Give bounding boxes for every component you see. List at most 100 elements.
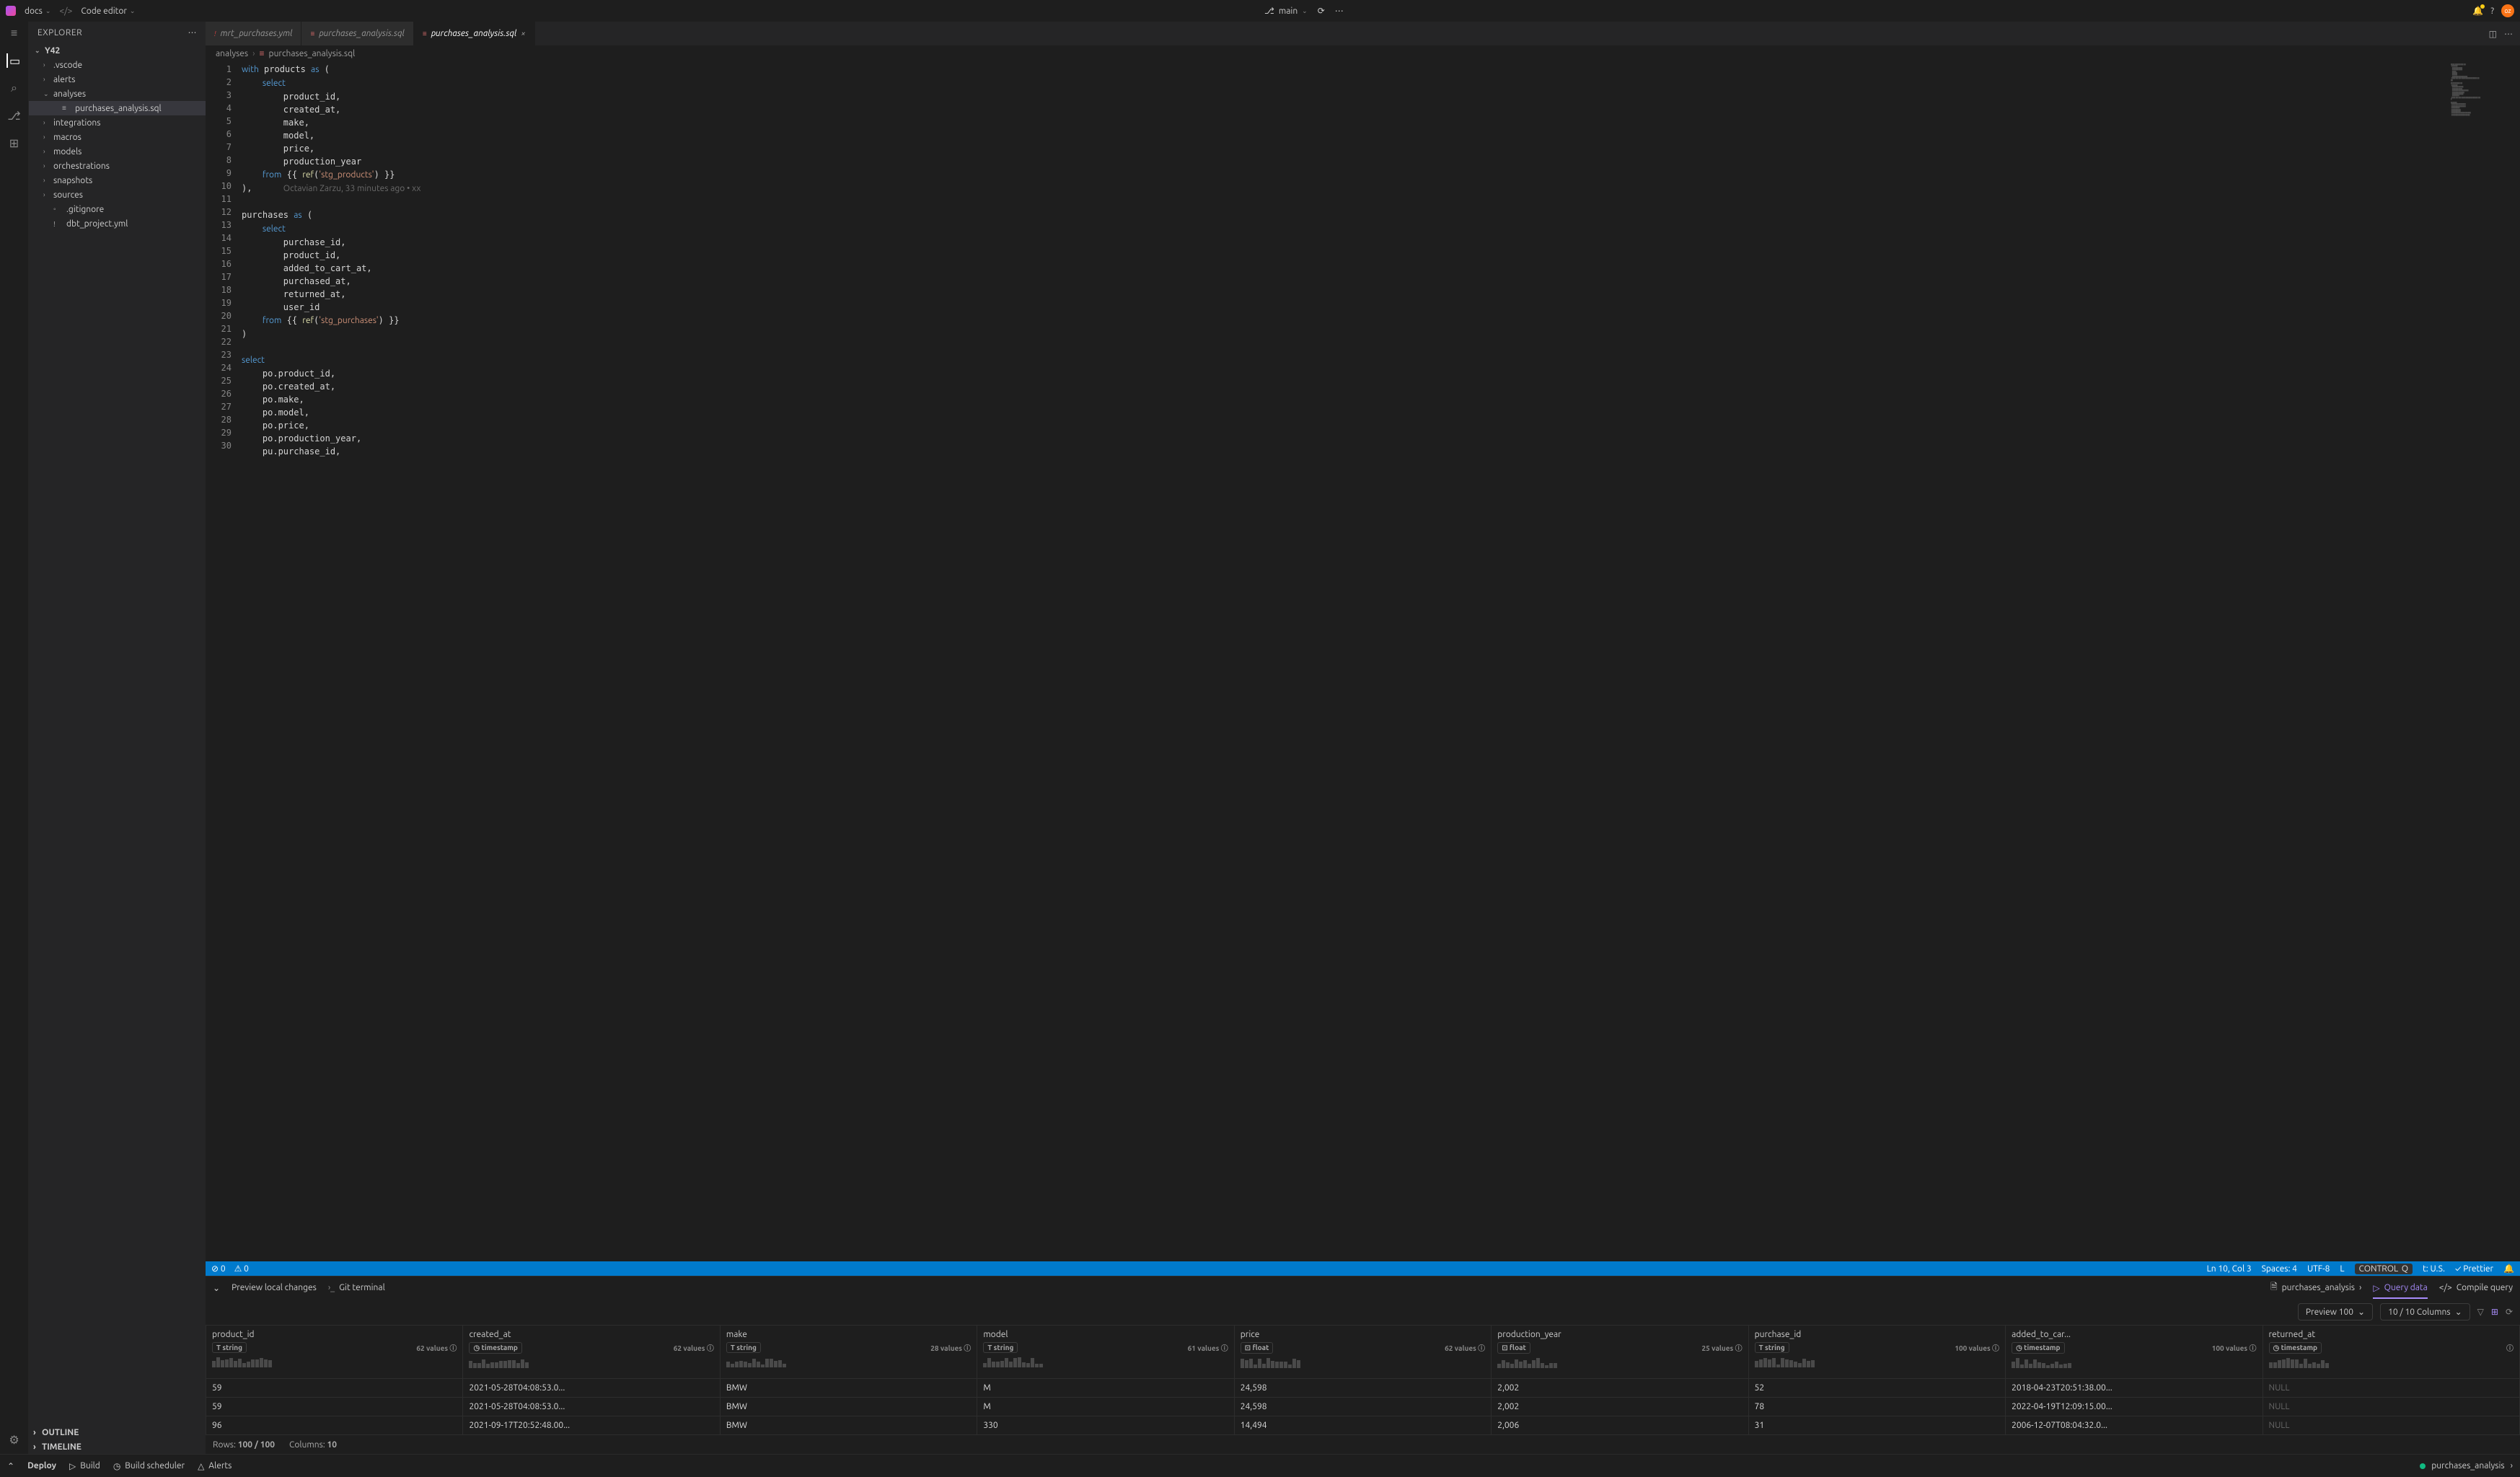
breadcrumb[interactable]: analyses› ≡purchases_analysis.sql (206, 45, 2520, 61)
refresh-icon[interactable]: ⟳ (1318, 6, 1325, 16)
table-cell: NULL (2263, 1379, 2520, 1398)
column-header[interactable]: purchase_idT string100 values ⓘ (1748, 1326, 2005, 1379)
column-header[interactable]: created_at◷ timestamp62 values ⓘ (463, 1326, 720, 1379)
preview-local-tab[interactable]: Preview local changes (232, 1283, 317, 1292)
help-icon[interactable]: ? (2490, 6, 2494, 16)
columns-dropdown[interactable]: 10 / 10 Columns⌄ (2380, 1303, 2470, 1321)
user-avatar[interactable]: oz (2501, 4, 2514, 17)
table-row[interactable]: 592021-05-28T04:08:53.0...BMWM24,5982,00… (206, 1379, 2520, 1398)
collapse-preview-icon[interactable]: ⌄ (213, 1283, 220, 1293)
preview-file[interactable]: 🗎purchases_analysis› (2270, 1280, 2361, 1295)
grid-toggle-icon[interactable]: ⊞ (2491, 1307, 2498, 1317)
minimap[interactable]: ████ ████████ ██ ██████ ██████████ █████… (2448, 61, 2520, 1261)
grid-footer: Rows: 100 / 100 Columns: 10 (206, 1435, 2520, 1454)
explorer-panel: EXPLORER ⋯ ⌄Y42 ›.vscode›alerts⌄analyses… (29, 22, 206, 1454)
explorer-more-icon[interactable]: ⋯ (188, 27, 198, 38)
refresh-grid-icon[interactable]: ⟳ (2506, 1307, 2513, 1317)
code-editor-body[interactable]: with products as ( select product_id, cr… (242, 61, 2448, 1261)
preview-limit-dropdown[interactable]: Preview 100⌄ (2298, 1303, 2373, 1321)
extensions-icon[interactable]: ⊞ (7, 136, 22, 150)
column-header[interactable]: production_year⊡ float25 values ⓘ (1492, 1326, 1748, 1379)
table-cell: 14,494 (1234, 1416, 1491, 1435)
editor-tabs: !mrt_purchases.yml≡purchases_analysis.sq… (206, 22, 2520, 45)
column-header[interactable]: product_idT string62 values ⓘ (206, 1326, 463, 1379)
tree-item[interactable]: ›models (29, 144, 206, 159)
cols-label: Columns: (289, 1440, 325, 1450)
docs-dropdown[interactable]: docs⌄ (25, 6, 50, 16)
explorer-icon[interactable]: ▭ (6, 53, 21, 68)
tree-item[interactable]: ›snapshots (29, 173, 206, 188)
table-cell: BMW (720, 1398, 977, 1416)
expand-bottom-icon[interactable]: ⌃ (7, 1461, 14, 1471)
git-terminal-tab[interactable]: ›_Git terminal (328, 1283, 385, 1292)
table-cell: 2,002 (1492, 1379, 1748, 1398)
tab-more-icon[interactable]: ⋯ (2504, 29, 2513, 39)
tree-item[interactable]: ›alerts (29, 72, 206, 87)
tree-item[interactable]: ›.vscode (29, 58, 206, 72)
eol[interactable]: L (2340, 1264, 2344, 1274)
column-header[interactable]: added_to_car...◷ timestamp100 values ⓘ (2006, 1326, 2263, 1379)
column-header[interactable]: price⊡ float62 values ⓘ (1234, 1326, 1491, 1379)
tree-item[interactable]: ›orchestrations (29, 159, 206, 173)
tree-item[interactable]: ⌄analyses (29, 87, 206, 101)
filter-icon[interactable]: ▽ (2477, 1307, 2484, 1317)
column-header[interactable]: makeT string28 values ⓘ (720, 1326, 977, 1379)
editor-tab[interactable]: !mrt_purchases.yml (206, 22, 301, 45)
bottom-file-label[interactable]: purchases_analysis (2431, 1461, 2504, 1471)
table-cell: 2,002 (1492, 1398, 1748, 1416)
status-errors[interactable]: ⊘ 0 (211, 1264, 226, 1274)
bell-icon[interactable]: 🔔 (2503, 1264, 2514, 1274)
notifications-icon[interactable]: 🔔 (2472, 6, 2483, 16)
tree-item[interactable]: ›macros (29, 130, 206, 144)
table-cell: 78 (1748, 1398, 2005, 1416)
build-button[interactable]: ▷Build (69, 1461, 100, 1471)
more-icon[interactable]: ⋯ (1335, 6, 1344, 16)
tree-item[interactable]: ›sources (29, 188, 206, 202)
deploy-button[interactable]: Deploy (27, 1461, 56, 1471)
menu-icon[interactable]: ≡ (7, 26, 22, 40)
settings-icon[interactable]: ⚙ (7, 1432, 22, 1447)
tree-item[interactable]: ◦.gitignore (29, 202, 206, 216)
data-grid[interactable]: product_idT string62 values ⓘcreated_at◷… (206, 1325, 2520, 1435)
tree-item[interactable]: !dbt_project.yml (29, 216, 206, 231)
outline-section[interactable]: ›OUTLINE (29, 1425, 206, 1439)
tree-item[interactable]: ≡purchases_analysis.sql (29, 101, 206, 115)
cursor-position[interactable]: Ln 10, Col 3 (2207, 1264, 2252, 1274)
encoding[interactable]: UTF-8 (2307, 1264, 2330, 1274)
editor-tab[interactable]: ≡purchases_analysis.sql (301, 22, 413, 45)
cols-value: 10 (327, 1440, 338, 1450)
tree-item[interactable]: ›integrations (29, 115, 206, 130)
status-warnings[interactable]: ⚠ 0 (234, 1264, 249, 1274)
column-header[interactable]: returned_at◷ timestamp ⓘ (2263, 1326, 2520, 1379)
table-row[interactable]: 962021-09-17T20:52:48.00...BMW33014,4942… (206, 1416, 2520, 1435)
status-dot (2420, 1463, 2426, 1469)
layout[interactable]: t: U.S. (2423, 1264, 2445, 1274)
prettier-status[interactable]: ✓ Prettier (2455, 1264, 2493, 1274)
split-editor-icon[interactable]: ◫ (2489, 29, 2497, 39)
column-header[interactable]: modelT string61 values ⓘ (977, 1326, 1234, 1379)
code-editor-dropdown[interactable]: Code editor⌄ (81, 6, 135, 16)
close-tab-icon[interactable]: × (521, 30, 525, 38)
indent-setting[interactable]: Spaces: 4 (2262, 1264, 2297, 1274)
editor-tab[interactable]: ≡purchases_analysis.sql× (414, 22, 535, 45)
source-control-icon[interactable]: ⎇ (7, 108, 22, 123)
bottom-bar: ⌃ Deploy ▷Build ◷Build scheduler △Alerts… (0, 1454, 2520, 1477)
search-icon[interactable]: ⌕ (7, 81, 22, 95)
timeline-section[interactable]: ›TIMELINE (29, 1439, 206, 1454)
table-cell: 2021-05-28T04:08:53.0... (463, 1398, 720, 1416)
tree-root[interactable]: ⌄Y42 (29, 43, 206, 58)
table-cell: M (977, 1398, 1234, 1416)
rows-value: 100 / 100 (238, 1440, 275, 1450)
build-scheduler-button[interactable]: ◷Build scheduler (113, 1461, 185, 1471)
bottom-chevron[interactable]: › (2511, 1461, 2513, 1471)
alerts-button[interactable]: △Alerts (198, 1461, 232, 1471)
branch-icon: ⎇ (1264, 6, 1274, 16)
compile-query-tab[interactable]: </>Compile query (2439, 1283, 2513, 1292)
bell-icon: △ (198, 1461, 204, 1471)
query-data-tab[interactable]: ▷Query data (2373, 1283, 2427, 1299)
table-cell: 2021-09-17T20:52:48.00... (463, 1416, 720, 1435)
table-row[interactable]: 592021-05-28T04:08:53.0...BMWM24,5982,00… (206, 1398, 2520, 1416)
explorer-title: EXPLORER (38, 28, 82, 38)
branch-selector[interactable]: ⎇ main ⌄ (1264, 6, 1308, 16)
table-cell: 2006-12-07T08:04:32.0... (2006, 1416, 2263, 1435)
